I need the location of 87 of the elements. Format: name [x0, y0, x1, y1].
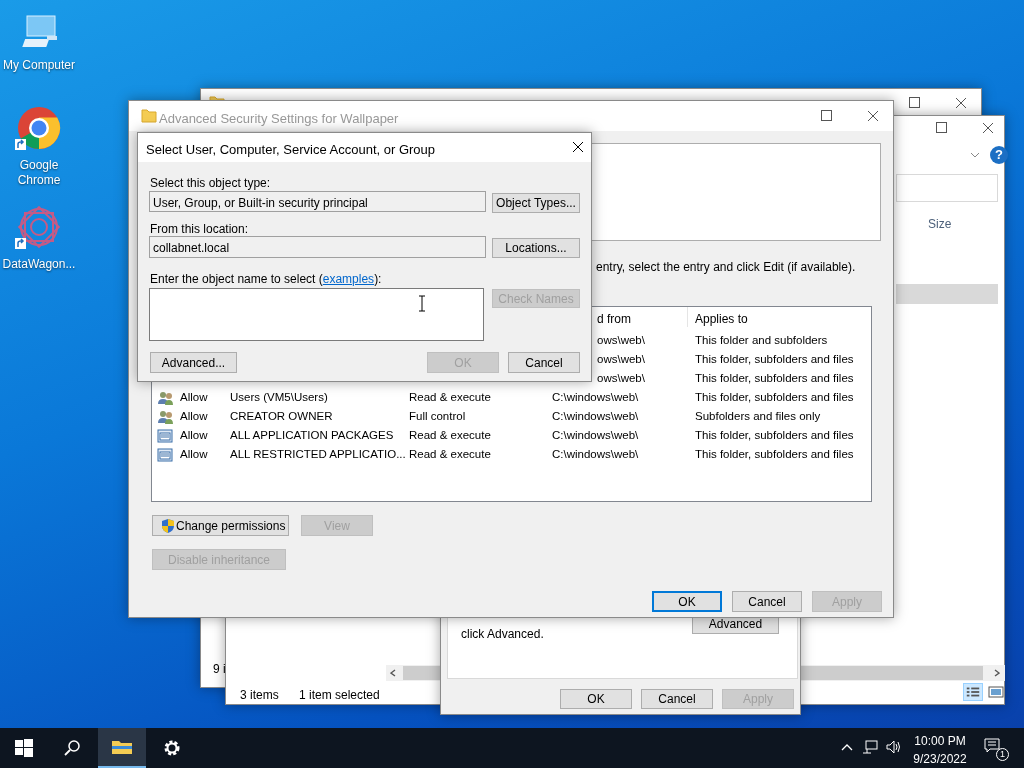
- table-cell-text: This folder, subfolders and files: [695, 370, 855, 386]
- column-header[interactable]: Applies to: [695, 310, 748, 328]
- status-text: 1 item selected: [299, 687, 380, 704]
- clock-time[interactable]: 10:00 PM: [912, 732, 968, 750]
- table-cell-text: Read & execute: [409, 446, 492, 462]
- column-header[interactable]: d from: [597, 310, 631, 328]
- close-button[interactable]: [955, 97, 967, 109]
- table-cell-text: Read & execute: [409, 427, 492, 443]
- field-label: Select this object type:: [150, 175, 271, 192]
- object-types-button[interactable]: Object Types...: [492, 193, 580, 213]
- table-cell-text: Users (VM5\Users): [230, 389, 329, 405]
- help-button[interactable]: ?: [990, 146, 1008, 164]
- table-cell-text: Allow: [180, 427, 209, 443]
- search-field[interactable]: [896, 174, 998, 202]
- table-cell-text: This folder and subfolders: [695, 332, 829, 348]
- text-cursor-icon: [418, 295, 426, 312]
- table-cell-text: Read & execute: [409, 389, 492, 405]
- scroll-right-icon[interactable]: [994, 669, 1000, 677]
- ok-button[interactable]: OK: [652, 591, 722, 612]
- windows-logo-icon: [15, 739, 33, 757]
- desktop-icon-label[interactable]: Google Chrome: [0, 158, 78, 188]
- taskbar-button[interactable]: [98, 728, 146, 768]
- table-cell-text: This folder, subfolders and files: [695, 427, 855, 443]
- package-icon: [157, 427, 173, 444]
- note-text: click Advanced.: [461, 626, 544, 643]
- status-text: 3 items: [240, 687, 279, 704]
- table-cell-text: ALL RESTRICTED APPLICATIO...: [230, 446, 407, 462]
- chevron-down-icon[interactable]: [970, 152, 980, 158]
- maximize-button[interactable]: [821, 110, 832, 121]
- table-cell-text: ows\web\: [596, 332, 646, 348]
- gear-icon: [163, 739, 181, 757]
- maximize-button[interactable]: [909, 97, 920, 108]
- advanced-button[interactable]: Advanced...: [150, 352, 237, 373]
- table-cell-text: Allow: [180, 389, 209, 405]
- desktop-icon-label[interactable]: DataWagon...: [0, 257, 78, 272]
- chevron-up-icon[interactable]: [841, 743, 853, 751]
- table-cell-text: ows\web\: [596, 370, 646, 386]
- details-view-icon[interactable]: [963, 683, 983, 701]
- table-cell-text: Allow: [180, 408, 209, 424]
- clock-date[interactable]: 9/23/2022: [912, 750, 968, 768]
- cancel-button[interactable]: Cancel: [732, 591, 802, 612]
- close-button[interactable]: [982, 122, 994, 134]
- column-header[interactable]: Size: [928, 215, 952, 233]
- ok-button[interactable]: OK: [560, 689, 632, 709]
- table-cell-text: C:\windows\web\: [552, 427, 640, 443]
- folder-icon: [141, 107, 157, 123]
- chrome-icon: [17, 106, 61, 150]
- users-icon: [157, 408, 173, 425]
- cancel-button[interactable]: Cancel: [641, 689, 713, 709]
- notification-count: 1: [996, 748, 1009, 761]
- table-cell-text: Full control: [409, 408, 467, 424]
- status-text: 9 i: [213, 661, 226, 678]
- table-cell-text: This folder, subfolders and files: [695, 389, 855, 405]
- dialog-title: Select User, Computer, Service Account, or Group: [146, 141, 436, 159]
- object-name-field[interactable]: [149, 288, 484, 341]
- notifications-icon[interactable]: [984, 738, 1002, 754]
- volume-icon[interactable]: [886, 739, 902, 755]
- locations-button[interactable]: Locations...: [492, 238, 580, 258]
- cancel-button[interactable]: Cancel: [508, 352, 580, 373]
- scroll-left-icon[interactable]: [390, 669, 396, 677]
- maximize-button[interactable]: [936, 122, 947, 133]
- table-cell-text: CREATOR OWNER: [230, 408, 334, 424]
- field-label: From this location:: [150, 221, 249, 238]
- users-icon: [157, 389, 173, 406]
- table-cell-text: This folder, subfolders and files: [695, 446, 855, 462]
- folder-icon: [111, 738, 133, 756]
- table-cell-text: Subfolders and files only: [695, 408, 822, 424]
- table-cell-text: ALL APPLICATION PACKAGES: [230, 427, 395, 443]
- field-label: Enter the object name to select (examples):: [150, 271, 382, 288]
- datawagon-icon: [17, 205, 61, 249]
- search-icon: [63, 739, 81, 757]
- examples-link[interactable]: examples: [322, 272, 375, 286]
- table-cell-text: C:\windows\web\: [552, 408, 640, 424]
- table-cell-text: Allow: [180, 446, 209, 462]
- object-type-field: User, Group, or Built-in security principal: [149, 191, 486, 212]
- location-field: collabnet.local: [149, 236, 486, 258]
- table-cell-text: C:\windows\web\: [552, 446, 640, 462]
- close-button[interactable]: [867, 110, 879, 122]
- window-title: Advanced Security Settings for Wallpaper: [159, 110, 399, 128]
- package-icon: [157, 446, 173, 463]
- instruction-text: entry, select the entry and click Edit (if available).: [596, 259, 856, 276]
- large-icons-view-icon[interactable]: [987, 684, 1005, 700]
- table-cell-text: C:\windows\web\: [552, 389, 640, 405]
- change-permissions-button[interactable]: Change permissions: [152, 515, 289, 536]
- close-button[interactable]: [572, 141, 584, 153]
- table-cell-text: This folder, subfolders and files: [695, 351, 855, 367]
- network-icon[interactable]: [862, 739, 878, 755]
